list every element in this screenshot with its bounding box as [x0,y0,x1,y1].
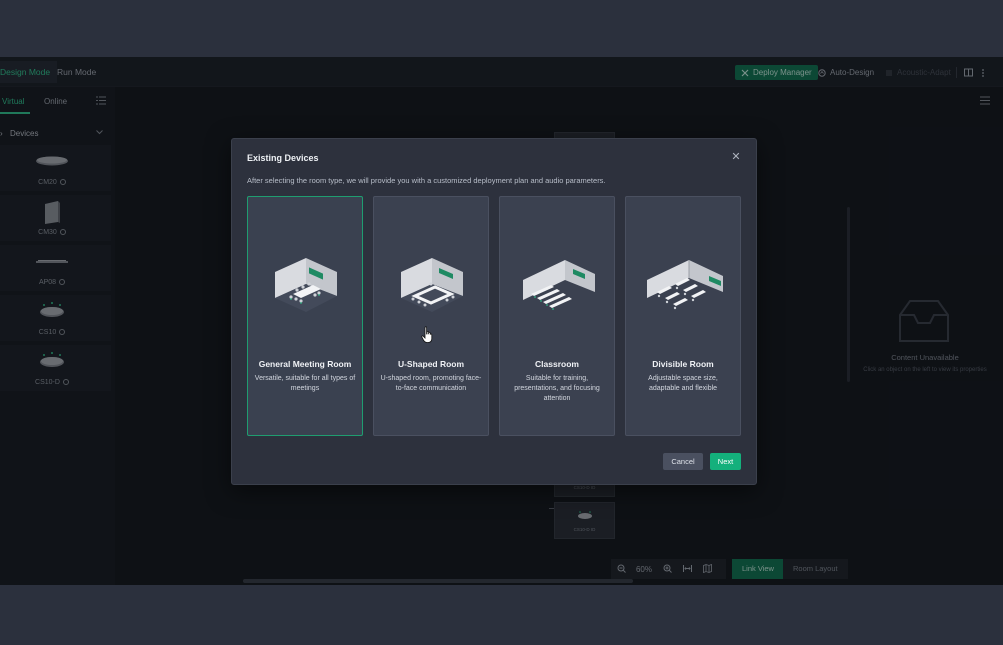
room-option-divisible[interactable]: Divisible Room Adjustable space size, ad… [625,196,741,436]
cancel-button[interactable]: Cancel [663,453,703,470]
meeting-room-illustration [275,258,337,312]
room-description: Versatile, suitable for all types of mee… [254,375,356,392]
room-name: Classroom [535,359,579,369]
room-name: General Meeting Room [258,359,352,369]
close-icon[interactable]: ✕ [730,151,742,163]
room-name: U-Shaped Room [397,359,465,369]
dialog-title: Existing Devices [247,153,319,163]
room-description: Adjustable space size, adaptable and fle… [648,375,718,392]
classroom-illustration [523,260,595,310]
room-name: Divisible Room [652,359,714,369]
room-option-general-meeting[interactable]: General Meeting Room Versatile, suitable… [247,196,363,436]
dialog-description: After selecting the room type, we will p… [247,176,606,185]
next-button[interactable]: Next [710,453,741,470]
desktop-background [0,585,1003,645]
hand-cursor-icon [421,326,433,343]
room-option-classroom[interactable]: Classroom Suitable for training, present… [499,196,615,436]
divisible-room-illustration [647,260,723,310]
room-description: Suitable for training, presentations, an… [514,375,600,402]
u-shaped-room-illustration [401,258,463,312]
room-description: U-shaped room, promoting face-to-face co… [380,375,482,392]
room-option-u-shaped[interactable]: U-Shaped Room U-shaped room, promoting f… [373,196,489,436]
room-type-dialog: Existing Devices ✕ After selecting the r… [231,138,757,485]
